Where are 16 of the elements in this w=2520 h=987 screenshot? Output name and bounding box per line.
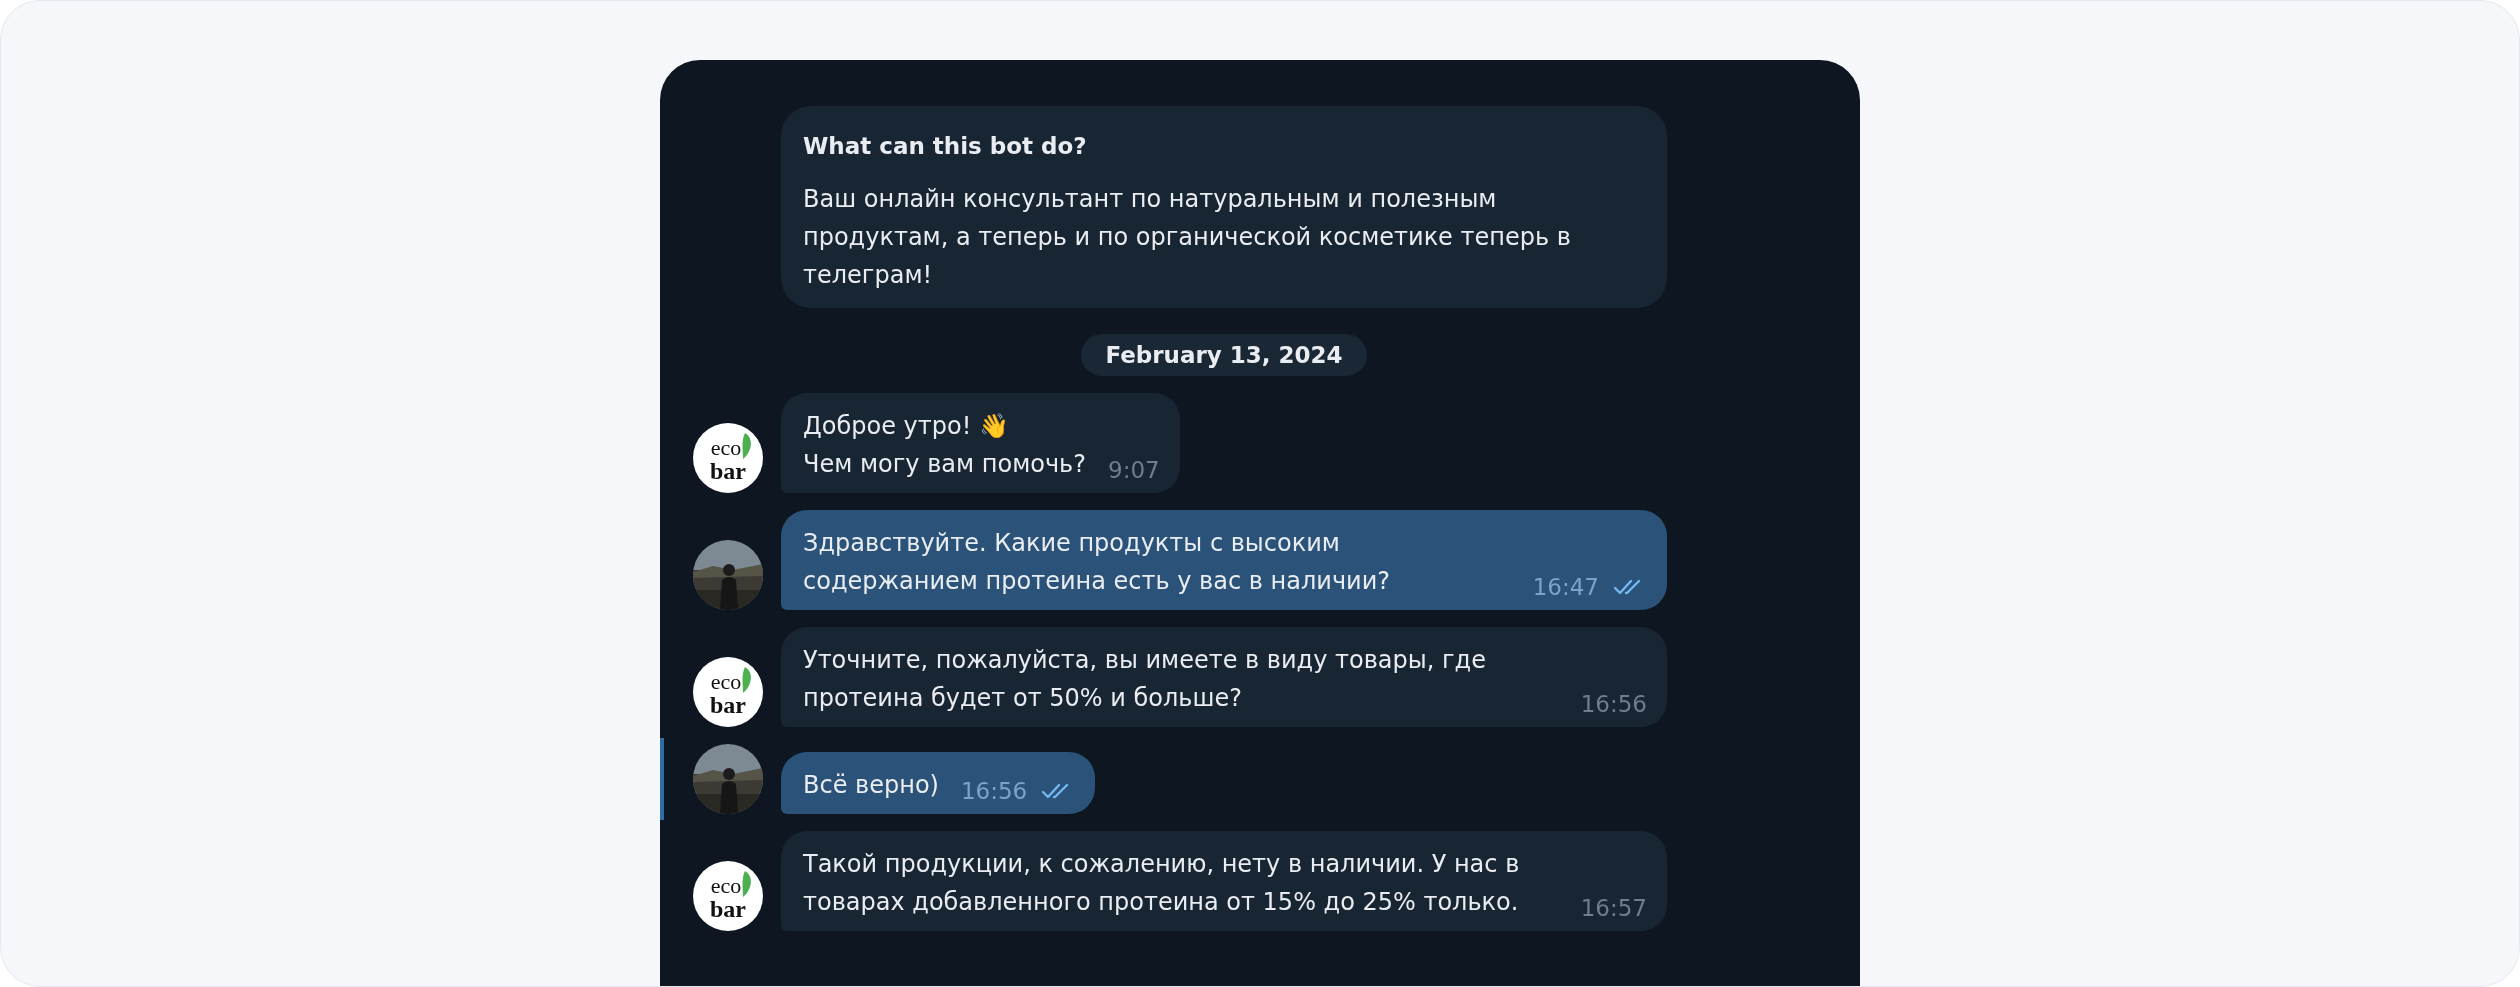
bot-avatar: eco bar bbox=[693, 423, 763, 493]
message-time: 16:56 bbox=[1580, 690, 1647, 719]
date-label: February 13, 2024 bbox=[1081, 334, 1367, 376]
message-text: Доброе утро! 👋 Чем могу вам помочь? bbox=[803, 411, 1086, 480]
message-text: Здравствуйте. Какие продукты с высоким содержанием протеина есть у вас в наличии? bbox=[803, 528, 1391, 597]
message-text: Такой продукции, к сожалению, нету в наличии. У нас в товарах добавленного протеина от 15% до 25% только. bbox=[803, 849, 1521, 918]
description-title: What can this bot do? bbox=[803, 132, 1088, 161]
message-text: Уточните, пожалуйста, вы имеете в виду товары, где протеина будет от 50% и больше? bbox=[803, 645, 1487, 714]
message-time: 16:47 bbox=[1532, 573, 1599, 602]
bot-avatar: eco bar bbox=[693, 657, 763, 727]
message-time: 9:07 bbox=[1108, 456, 1160, 485]
message-time: 16:57 bbox=[1580, 894, 1647, 923]
bot-avatar: eco bar bbox=[693, 861, 763, 931]
message-time: 16:56 bbox=[960, 777, 1028, 806]
description-text: Ваш онлайн консультант по натуральным и полезным продуктам, а теперь и по органической косметике теперь в телеграм! bbox=[803, 184, 1572, 291]
message-text: Всё верно) bbox=[803, 770, 939, 801]
